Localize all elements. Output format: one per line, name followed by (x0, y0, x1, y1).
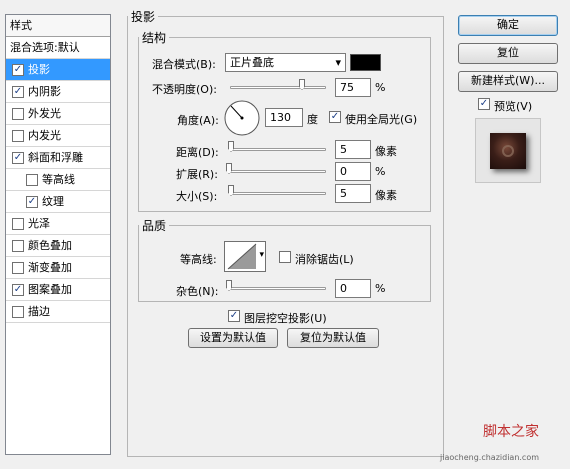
watermark-brand: 脚本之家 (483, 424, 539, 440)
chevron-down-icon: ▾ (335, 56, 341, 69)
angle-dial-icon[interactable] (223, 99, 261, 137)
checkbox-satin[interactable] (12, 217, 24, 230)
style-item-blending-options[interactable]: 混合选项:默认 (6, 37, 110, 59)
style-list: 样式 混合选项:默认 ✓ 投影 ✓ 内阴影 外发光 内发光 ✓ 斜面和浮雕 等高… (5, 14, 111, 455)
checkbox-bevel-emboss[interactable]: ✓ (12, 151, 24, 164)
style-item-label: 图案叠加 (28, 282, 72, 296)
distance-label: 距离(D): (176, 146, 219, 159)
spread-label: 扩展(R): (176, 168, 218, 181)
preview-swatch (490, 133, 526, 169)
angle-unit: 度 (307, 113, 318, 126)
size-label: 大小(S): (176, 190, 218, 203)
style-item-texture[interactable]: ✓ 纹理 (6, 191, 110, 213)
style-item-color-overlay[interactable]: 颜色叠加 (6, 235, 110, 257)
size-unit: 像素 (375, 189, 397, 202)
antialias-checkbox[interactable] (279, 251, 291, 263)
contour-curve-icon (227, 243, 257, 270)
blend-mode-select[interactable]: 正片叠底 ▾ (225, 53, 346, 72)
angle-input[interactable]: 130 (265, 108, 303, 127)
style-item-contour[interactable]: 等高线 (6, 169, 110, 191)
shadow-color-fill (351, 55, 380, 70)
style-item-satin[interactable]: 光泽 (6, 213, 110, 235)
contour-label: 等高线: (180, 253, 217, 266)
style-item-label: 外发光 (28, 106, 61, 120)
checkbox-inner-glow[interactable] (12, 129, 24, 142)
checkbox-color-overlay[interactable] (12, 239, 24, 252)
style-item-bevel-emboss[interactable]: ✓ 斜面和浮雕 (6, 147, 110, 169)
style-item-stroke[interactable]: 描边 (6, 301, 110, 323)
drop-shadow-title: 投影 (131, 10, 156, 24)
style-item-label: 颜色叠加 (28, 238, 72, 252)
make-default-button[interactable]: 设置为默认值 (188, 328, 278, 348)
opacity-label: 不透明度(O): (152, 83, 217, 96)
noise-slider-track[interactable] (230, 287, 326, 290)
watermark-url: jiaocheng.chazidian.com (440, 453, 540, 462)
style-item-gradient-overlay[interactable]: 渐变叠加 (6, 257, 110, 279)
checkbox-contour[interactable] (26, 173, 38, 186)
preview-ring (502, 145, 514, 157)
checkbox-gradient-overlay[interactable] (12, 261, 24, 274)
style-item-label: 斜面和浮雕 (28, 150, 83, 164)
checkbox-stroke[interactable] (12, 305, 24, 318)
style-preview (475, 118, 541, 183)
style-item-drop-shadow[interactable]: ✓ 投影 (6, 59, 110, 81)
knockout-checkbox[interactable]: ✓ (228, 310, 240, 322)
ok-button[interactable]: 确定 (458, 15, 558, 36)
blend-mode-value: 正片叠底 (230, 56, 274, 69)
noise-input[interactable]: 0 (335, 279, 371, 298)
opacity-slider-track[interactable] (230, 86, 326, 89)
new-style-button[interactable]: 新建样式(W)... (458, 71, 558, 92)
distance-slider-track[interactable] (230, 148, 326, 151)
style-item-label: 内发光 (28, 128, 61, 142)
style-item-label: 渐变叠加 (28, 260, 72, 274)
quality-title: 品质 (142, 219, 167, 233)
style-item-label: 混合选项:默认 (10, 40, 80, 54)
checkbox-texture[interactable]: ✓ (26, 195, 38, 208)
antialias-label: 消除锯齿(L) (295, 253, 354, 266)
preview-label: 预览(V) (494, 100, 533, 113)
spread-slider-track[interactable] (230, 170, 326, 173)
blend-mode-label: 混合模式(B): (152, 58, 216, 71)
style-item-inner-glow[interactable]: 内发光 (6, 125, 110, 147)
checkbox-pattern-overlay[interactable]: ✓ (12, 283, 24, 296)
reset-default-button[interactable]: 复位为默认值 (287, 328, 379, 348)
opacity-input[interactable]: 75 (335, 78, 371, 97)
global-light-label: 使用全局光(G) (345, 113, 418, 126)
shadow-color-swatch[interactable] (350, 54, 381, 71)
contour-picker[interactable]: ▾ (224, 241, 266, 272)
style-item-outer-glow[interactable]: 外发光 (6, 103, 110, 125)
noise-unit: % (375, 282, 386, 295)
style-item-label: 纹理 (42, 194, 64, 208)
style-item-label: 描边 (28, 304, 50, 318)
angle-label: 角度(A): (177, 114, 219, 127)
knockout-label: 图层挖空投影(U) (244, 312, 327, 325)
checkbox-outer-glow[interactable] (12, 107, 24, 120)
style-list-header: 样式 (6, 15, 110, 37)
checkbox-drop-shadow[interactable]: ✓ (12, 63, 24, 76)
style-item-label: 光泽 (28, 216, 50, 230)
spread-unit: % (375, 165, 386, 178)
style-item-label: 内阴影 (28, 84, 61, 98)
preview-checkbox[interactable]: ✓ (478, 98, 490, 110)
size-slider-track[interactable] (230, 192, 326, 195)
reset-button[interactable]: 复位 (458, 43, 558, 64)
style-item-pattern-overlay[interactable]: ✓ 图案叠加 (6, 279, 110, 301)
noise-label: 杂色(N): (176, 285, 219, 298)
structure-title: 结构 (142, 31, 167, 45)
global-light-checkbox[interactable]: ✓ (329, 111, 341, 123)
style-item-label: 投影 (28, 62, 50, 76)
distance-input[interactable]: 5 (335, 140, 371, 159)
distance-unit: 像素 (375, 145, 397, 158)
chevron-down-icon: ▾ (259, 250, 264, 260)
spread-input[interactable]: 0 (335, 162, 371, 181)
style-item-inner-shadow[interactable]: ✓ 内阴影 (6, 81, 110, 103)
style-item-label: 等高线 (42, 172, 75, 186)
opacity-unit: % (375, 81, 386, 94)
checkbox-inner-shadow[interactable]: ✓ (12, 85, 24, 98)
size-input[interactable]: 5 (335, 184, 371, 203)
